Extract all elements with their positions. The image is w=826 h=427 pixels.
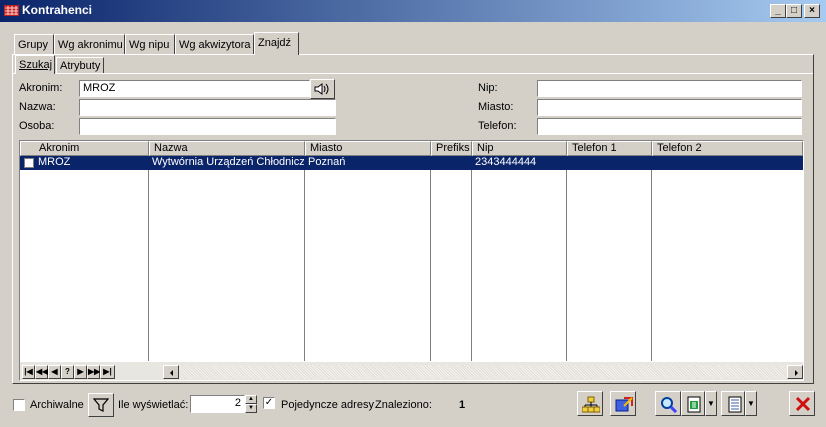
spin-up-button[interactable]: ▲ — [245, 395, 257, 404]
scroll-right-icon — [795, 370, 798, 376]
znaleziono-count: 1 — [459, 399, 466, 411]
column-header-telefon2[interactable]: Telefon 2 — [652, 141, 803, 156]
znaleziono-label: Znaleziono: — [375, 399, 432, 411]
scroll-left-icon — [170, 370, 173, 376]
tab-wg-akronimu[interactable]: Wg akronimu — [54, 34, 125, 54]
column-header-miasto[interactable]: Miasto — [305, 141, 431, 156]
column-header-akronim[interactable]: Akronim — [20, 141, 149, 156]
osoba-input[interactable] — [79, 118, 336, 135]
maximize-button[interactable]: □ — [786, 4, 802, 18]
filter-button[interactable] — [88, 393, 114, 417]
column-divider — [471, 156, 472, 361]
cell-telefon2 — [652, 156, 803, 170]
filter-icon — [93, 398, 109, 412]
telefon-input[interactable] — [537, 118, 802, 135]
title-bar: Kontrahenci _ □ × — [0, 0, 826, 22]
export-button[interactable] — [610, 391, 636, 416]
column-divider — [566, 156, 567, 361]
edit-document-icon — [687, 396, 701, 413]
speaker-icon — [314, 83, 329, 95]
column-header-nazwa[interactable]: Nazwa — [149, 141, 305, 156]
cell-akronim: MROZ — [38, 156, 71, 168]
search-icon — [661, 397, 678, 413]
horizontal-scrollbar-track[interactable] — [179, 365, 787, 379]
speaker-button[interactable] — [310, 79, 335, 99]
cancel-button[interactable] — [789, 391, 815, 416]
help-button[interactable]: ? — [61, 365, 74, 379]
cell-telefon1 — [567, 156, 651, 170]
column-divider — [148, 156, 149, 361]
nip-input[interactable] — [537, 80, 802, 97]
column-header-telefon1[interactable]: Telefon 1 — [567, 141, 652, 156]
first-record-button[interactable]: |◀ — [22, 365, 35, 379]
pojedyncze-adresy-label: Pojedyncze adresy — [281, 399, 374, 411]
spin-down-button[interactable]: ▼ — [245, 404, 257, 413]
scroll-right-button[interactable] — [787, 365, 803, 379]
akronim-input[interactable]: MROZ — [79, 80, 310, 97]
prev-page-button[interactable]: ◀◀ — [35, 365, 48, 379]
column-divider — [651, 156, 652, 361]
next-record-button[interactable]: ▶ — [74, 365, 87, 379]
ile-wyswietlac-label: Ile wyświetlać: — [118, 399, 189, 411]
archiwalne-checkbox[interactable] — [13, 399, 25, 411]
minimize-button[interactable]: _ — [770, 4, 786, 18]
print-dropdown-button[interactable]: ▼ — [745, 391, 757, 416]
search-button[interactable] — [655, 391, 681, 416]
prev-record-button[interactable]: ◀ — [48, 365, 61, 379]
tab-wg-akwizytora[interactable]: Wg akwizytora — [175, 34, 254, 54]
cell-prefiks — [431, 156, 471, 170]
archiwalne-label: Archiwalne — [30, 399, 84, 411]
close-icon — [795, 396, 811, 412]
window-title: Kontrahenci — [22, 3, 93, 17]
osoba-label: Osoba: — [19, 120, 55, 132]
tab-znajdz[interactable]: Znajdź — [254, 32, 299, 55]
subtab-szukaj[interactable]: Szukaj — [15, 55, 55, 74]
subtab-divider — [13, 73, 813, 74]
ile-wyswietlac-input[interactable]: 2 — [190, 395, 245, 413]
cell-miasto: Poznań — [308, 156, 346, 168]
column-divider — [304, 156, 305, 361]
pojedyncze-adresy-checkbox[interactable]: ✓ — [263, 397, 275, 409]
cell-nazwa: Wytwórnia Urządzeń Chłodniczych — [152, 156, 304, 168]
scroll-left-button[interactable] — [163, 365, 179, 379]
hierarchy-button[interactable] — [577, 391, 603, 416]
table-row[interactable]: MROZ Wytwórnia Urządzeń Chłodniczych Poz… — [20, 156, 803, 170]
subtab-szukaj-label: Szukaj — [19, 59, 53, 71]
next-page-button[interactable]: ▶▶ — [87, 365, 100, 379]
column-divider — [430, 156, 431, 361]
nazwa-input[interactable] — [79, 99, 336, 116]
nazwa-label: Nazwa: — [19, 101, 56, 113]
telefon-label: Telefon: — [478, 120, 517, 132]
miasto-label: Miasto: — [478, 101, 514, 113]
tab-wg-nipu[interactable]: Wg nipu — [125, 34, 175, 54]
hierarchy-icon — [582, 396, 600, 413]
results-grid[interactable]: Akronim Nazwa Miasto Prefiks Nip Telefon… — [19, 140, 804, 381]
column-header-prefiks[interactable]: Prefiks — [431, 141, 472, 156]
subtab-atrybuty[interactable]: Atrybuty — [56, 57, 104, 74]
edit-button[interactable] — [681, 391, 705, 416]
row-checkbox[interactable] — [24, 158, 34, 168]
tab-grupy[interactable]: Grupy — [14, 34, 54, 54]
akronim-label: Akronim: — [19, 82, 63, 94]
export-icon — [615, 397, 633, 412]
app-icon — [4, 5, 19, 16]
close-window-button[interactable]: × — [804, 4, 820, 18]
column-header-nip[interactable]: Nip — [472, 141, 567, 156]
miasto-input[interactable] — [537, 99, 802, 116]
print-icon — [728, 396, 742, 413]
cell-nip: 2343444444 — [475, 156, 537, 168]
nip-label: Nip: — [478, 82, 498, 94]
print-button[interactable] — [721, 391, 745, 416]
last-record-button[interactable]: ▶| — [100, 365, 115, 379]
edit-dropdown-button[interactable]: ▼ — [705, 391, 717, 416]
